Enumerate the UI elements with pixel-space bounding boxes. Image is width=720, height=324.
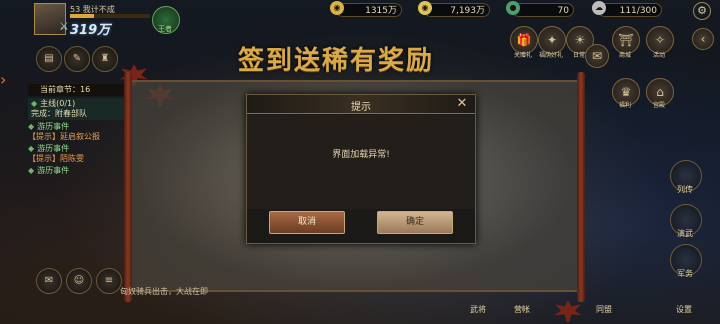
expand-arrow-icon[interactable]: › [0, 70, 6, 89]
dialog-message: 界面加载异常! [332, 150, 390, 160]
settings-gear-icon[interactable]: ⚙ [693, 2, 711, 20]
confirm-button[interactable]: 确定 [377, 211, 453, 234]
chat-icon[interactable]: ✎ [64, 46, 90, 72]
dialog-title-bar: 提示 ✕ [247, 95, 475, 114]
quest-diamond-icon: ◆ [28, 166, 35, 175]
nav-label-palace: 宫殿 [652, 102, 665, 109]
cancel-button[interactable]: 取消 [269, 211, 345, 234]
quest-item[interactable]: ◆ 主线(0/1) 完成：附春部队 [28, 98, 132, 120]
alert-dialog: 提示 ✕ 界面加载异常! 取消 确定 [246, 94, 476, 244]
nav-label-activity: 活动 [652, 52, 665, 59]
menu-icon[interactable]: ≡ [96, 268, 122, 294]
quest-item[interactable]: ◆ 游历事件 [28, 166, 132, 176]
rank-icon[interactable]: ♜ [92, 46, 118, 72]
power-icon: ⚔ [59, 20, 69, 33]
bottom-nav-settings[interactable]: 设置 [676, 304, 692, 315]
right-label-drill: 演武 [677, 229, 693, 238]
right-label-military: 军务 [677, 269, 693, 278]
quest-item[interactable]: ◆ 游历事件 【提示】陌陈雯 [28, 144, 132, 164]
bottom-nav-camp[interactable]: 营帐 [514, 304, 530, 315]
quest-header: 当前章节：16 [28, 84, 132, 96]
quest-diamond-icon: ◆ [31, 99, 38, 108]
dialog-body: 界面加载异常! [247, 115, 475, 209]
quest-item[interactable]: ◆ 游历事件 【提示】延启叙公报 [28, 122, 132, 142]
exp-bar [70, 14, 150, 18]
collapse-menu-icon[interactable]: ‹ [692, 28, 714, 50]
signin-banner[interactable]: 签到送稀有奖励 [238, 40, 434, 77]
quest-panel[interactable]: 当前章节：16 ◆ 主线(0/1) 完成：附春部队 ◆ 游历事件 【提示】延启叙公报… [28, 84, 132, 176]
quest-diamond-icon: ◆ [28, 144, 35, 153]
scroll-rod-left [124, 72, 132, 302]
bottom-nav-alliance[interactable]: 同盟 [596, 304, 612, 315]
dialog-title: 提示 [351, 102, 371, 113]
mail-bottom-icon[interactable]: ✉ [36, 268, 62, 294]
vip-label: 王者 [158, 25, 172, 33]
resource-jade[interactable]: 70 [512, 3, 574, 17]
coin-icon: ◉ [330, 1, 344, 15]
resource-stamina[interactable]: 111/300 [598, 3, 662, 17]
scroll-rod-right [577, 72, 585, 302]
bottom-nav-general[interactable]: 武将 [470, 304, 486, 315]
friends-icon[interactable]: ☺ [66, 268, 92, 294]
gold-icon: ◉ [418, 1, 432, 15]
stamina-icon: ☁ [592, 1, 606, 15]
mail-icon[interactable]: ▤ [36, 46, 62, 72]
player-power: 319万 [70, 23, 111, 38]
right-label-biography: 列传 [677, 185, 693, 194]
resource-gold[interactable]: 7,193万 [424, 3, 490, 17]
quest-diamond-icon: ◆ [28, 122, 35, 131]
resource-coin[interactable]: 1315万 [336, 3, 402, 17]
jade-icon: ● [506, 1, 520, 15]
close-icon[interactable]: ✕ [455, 97, 469, 111]
scrolling-notice: 匈奴骑兵出击，大战在即 [120, 287, 208, 296]
